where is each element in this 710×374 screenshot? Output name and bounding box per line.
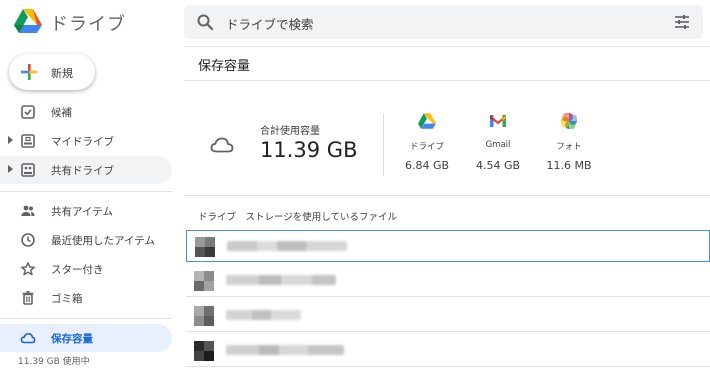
summary-divider <box>383 114 384 176</box>
title-divider <box>184 80 710 81</box>
gmail-icon <box>490 115 506 127</box>
clock-icon <box>21 233 35 247</box>
sidebar-item-my-drive[interactable]: マイドライブ <box>0 127 172 155</box>
my-drive-icon <box>21 134 35 148</box>
trash-icon <box>22 290 34 305</box>
sidebar-item-shared-drives[interactable]: 共有ドライブ <box>0 156 172 184</box>
file-row[interactable] <box>186 265 710 297</box>
app-header: ドライブ ドライブで検索 <box>0 0 710 46</box>
sidebar-item-label: 候補 <box>51 107 72 119</box>
sidebar-item-label: スター付き <box>51 264 104 276</box>
sidebar-item-label: 共有アイテム <box>51 206 113 218</box>
sidebar-item-recent[interactable]: 最近使用したアイテム <box>0 226 172 254</box>
sidebar-item-storage[interactable]: 保存容量 <box>0 324 172 352</box>
summary-bottom-divider <box>184 195 710 196</box>
expand-caret-icon[interactable] <box>8 136 13 144</box>
file-name-redacted[interactable] <box>226 310 301 320</box>
files-section-title: ドライブ ストレージを使用しているファイル <box>198 212 398 223</box>
service-photos: フォト 11.6 MB <box>534 112 604 176</box>
sidebar-item-label: 最近使用したアイテム <box>51 235 155 247</box>
sidebar-item-trash[interactable]: ゴミ箱 <box>0 284 172 312</box>
cloud-icon <box>210 137 234 153</box>
expand-caret-icon[interactable] <box>8 165 13 173</box>
header-divider <box>184 46 710 47</box>
service-size: 6.84 GB <box>404 159 450 172</box>
sidebar-item-label: マイドライブ <box>51 136 114 148</box>
new-button[interactable]: 新規 <box>9 54 95 90</box>
file-thumbnail <box>195 237 215 257</box>
cloud-icon <box>20 332 36 344</box>
sidebar-divider <box>0 318 172 319</box>
search-icon[interactable] <box>196 13 214 31</box>
sidebar-item-label: 共有ドライブ <box>51 165 114 177</box>
google-photos-icon <box>561 113 577 129</box>
search-bar[interactable]: ドライブで検索 <box>184 5 703 39</box>
page-title: 保存容量 <box>198 59 251 74</box>
file-thumbnail <box>194 341 214 361</box>
file-name-redacted[interactable] <box>226 345 344 355</box>
file-row[interactable] <box>186 335 710 367</box>
check-box-icon <box>21 105 35 119</box>
new-button-label: 新規 <box>51 67 73 80</box>
sidebar-divider <box>0 191 172 192</box>
storage-usage-text: 11.39 GB 使用中 <box>18 357 90 367</box>
file-thumbnail <box>194 271 214 291</box>
google-drive-icon <box>418 113 436 129</box>
service-name: ドライブ <box>409 142 444 152</box>
service-size: 4.54 GB <box>475 159 521 172</box>
shared-drive-icon <box>21 163 35 177</box>
total-usage-label: 合計使用容量 <box>260 126 320 137</box>
service-drive: ドライブ 6.84 GB <box>392 112 462 176</box>
service-gmail: Gmail 4.54 GB <box>463 112 533 176</box>
google-drive-logo[interactable] <box>14 8 42 34</box>
sidebar-item-suggestions[interactable]: 候補 <box>0 98 172 126</box>
search-input[interactable]: ドライブで検索 <box>226 14 314 33</box>
file-name-redacted[interactable] <box>227 241 347 251</box>
file-row[interactable] <box>186 300 710 332</box>
file-row[interactable] <box>186 230 710 262</box>
people-icon <box>21 205 35 216</box>
service-name: フォト <box>556 142 582 152</box>
file-thumbnail <box>194 306 214 326</box>
sidebar-item-label: 保存容量 <box>51 333 93 345</box>
file-name-redacted[interactable] <box>226 275 336 285</box>
plus-icon <box>21 64 37 80</box>
total-usage-value: 11.39 GB <box>260 138 358 162</box>
app-title: ドライブ <box>50 14 126 35</box>
sidebar-item-shared-with-me[interactable]: 共有アイテム <box>0 197 172 225</box>
sidebar-item-starred[interactable]: スター付き <box>0 255 172 283</box>
tune-icon[interactable] <box>673 13 691 31</box>
service-name: Gmail <box>485 140 511 150</box>
star-icon <box>21 262 36 276</box>
service-size: 11.6 MB <box>546 159 592 172</box>
sidebar-item-label: ゴミ箱 <box>51 293 83 305</box>
